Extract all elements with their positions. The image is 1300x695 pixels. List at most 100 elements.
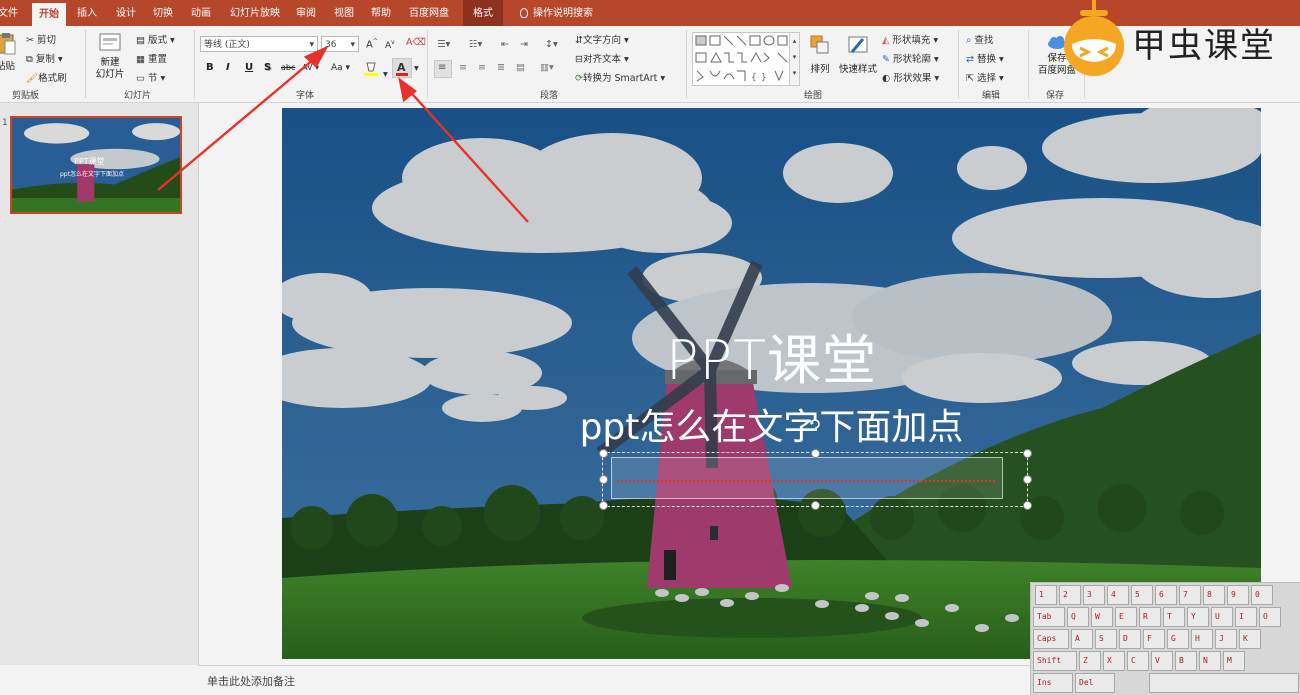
resize-handle[interactable] xyxy=(811,501,820,510)
resize-handle[interactable] xyxy=(599,475,608,484)
decrease-indent-button[interactable]: ⇤ xyxy=(501,39,509,50)
underline-button[interactable]: U xyxy=(245,62,253,73)
keyboard-key[interactable]: S xyxy=(1095,629,1117,649)
strikethrough-button[interactable]: abc xyxy=(281,63,295,72)
keyboard-key[interactable]: 3 xyxy=(1083,585,1105,605)
quick-styles-button[interactable]: 快速样式 xyxy=(838,34,878,75)
select-button[interactable]: ⇱ 选择 ▾ xyxy=(966,70,1004,84)
format-painter-button[interactable]: 🖌格式刷 xyxy=(26,70,67,84)
keyboard-key[interactable]: 8 xyxy=(1203,585,1225,605)
increase-indent-button[interactable]: ⇥ xyxy=(520,39,528,50)
cut-button[interactable]: ✂ 剪切 xyxy=(26,32,56,46)
tell-me-search[interactable]: 操作说明搜索 xyxy=(520,0,593,26)
resize-handle[interactable] xyxy=(811,449,820,458)
resize-handle[interactable] xyxy=(1023,475,1032,484)
keyboard-key[interactable]: W xyxy=(1091,607,1113,627)
new-slide-button[interactable]: 新建 幻灯片 xyxy=(93,32,127,86)
keyboard-key[interactable]: J xyxy=(1215,629,1237,649)
keyboard-key[interactable]: U xyxy=(1211,607,1233,627)
keyboard-key[interactable]: R xyxy=(1139,607,1161,627)
tab-baidu-netdisk[interactable]: 百度网盘 xyxy=(409,0,449,26)
tab-format[interactable]: 格式 xyxy=(463,0,503,26)
keyboard-key[interactable]: 7 xyxy=(1179,585,1201,605)
change-case-button[interactable]: Aa ▾ xyxy=(331,63,350,73)
shapes-gallery[interactable]: {} ▴ ▾ ▾ xyxy=(692,32,800,86)
shape-fill-button[interactable]: ◭ 形状填充 ▾ xyxy=(882,32,938,46)
keyboard-key[interactable]: Del xyxy=(1075,673,1115,693)
line-spacing-button[interactable]: ↕▾ xyxy=(545,39,558,50)
align-right-button[interactable]: ≡ xyxy=(478,62,486,73)
resize-handle[interactable] xyxy=(1023,501,1032,510)
arrange-button[interactable]: 排列 xyxy=(806,34,834,75)
keyboard-key[interactable]: H xyxy=(1191,629,1213,649)
increase-font-size-button[interactable]: A^ xyxy=(366,38,378,50)
text-direction-button[interactable]: ⇵文字方向 ▾ xyxy=(575,32,629,46)
find-button[interactable]: ⌕ 查找 xyxy=(966,32,993,46)
numbering-button[interactable]: ☷▾ xyxy=(469,39,482,50)
tab-view[interactable]: 视图 xyxy=(334,0,354,26)
keyboard-key[interactable]: 0 xyxy=(1251,585,1273,605)
italic-button[interactable]: I xyxy=(226,62,230,73)
font-color-button[interactable]: A xyxy=(392,58,412,78)
keyboard-key[interactable]: K xyxy=(1239,629,1261,649)
highlight-color-button[interactable]: ▾ xyxy=(362,61,388,80)
distributed-button[interactable]: ▤ xyxy=(516,62,525,73)
keyboard-key[interactable]: 4 xyxy=(1107,585,1129,605)
space-key[interactable] xyxy=(1149,673,1299,693)
bold-button[interactable]: B xyxy=(206,62,214,73)
columns-button[interactable]: ▥▾ xyxy=(540,62,554,73)
keyboard-key[interactable]: T xyxy=(1163,607,1185,627)
tab-animations[interactable]: 动画 xyxy=(191,0,211,26)
keyboard-key[interactable]: Shift xyxy=(1033,651,1077,671)
paste-button[interactable]: 粘贴 xyxy=(0,32,16,72)
align-center-button[interactable]: ≡ xyxy=(459,62,467,73)
layout-button[interactable]: ▤ 版式 ▾ xyxy=(136,32,175,46)
keyboard-key[interactable]: E xyxy=(1115,607,1137,627)
tab-design[interactable]: 设计 xyxy=(116,0,136,26)
chevron-down-icon[interactable]: ▾ xyxy=(414,63,419,74)
keyboard-key[interactable]: O xyxy=(1259,607,1281,627)
tab-help[interactable]: 帮助 xyxy=(371,0,391,26)
keyboard-key[interactable]: 9 xyxy=(1227,585,1249,605)
align-left-button[interactable]: ≡ xyxy=(434,60,452,78)
gallery-scroll[interactable]: ▴ ▾ ▾ xyxy=(789,33,799,85)
keyboard-key[interactable]: V xyxy=(1151,651,1173,671)
keyboard-key[interactable]: N xyxy=(1199,651,1221,671)
shape-outline-button[interactable]: ✎ 形状轮廓 ▾ xyxy=(882,51,939,65)
keyboard-key[interactable]: 5 xyxy=(1131,585,1153,605)
keyboard-key[interactable]: D xyxy=(1119,629,1141,649)
keyboard-key[interactable]: 1 xyxy=(1035,585,1057,605)
text-shadow-button[interactable]: S xyxy=(264,62,271,73)
tab-home[interactable]: 开始 xyxy=(32,3,66,26)
tab-transitions[interactable]: 切换 xyxy=(153,0,173,26)
slide-subtitle[interactable]: ppt怎么在文字下面加点 xyxy=(282,398,1261,450)
keyboard-key[interactable]: F xyxy=(1143,629,1165,649)
reset-button[interactable]: ▦ 重置 xyxy=(136,51,167,65)
keyboard-key[interactable]: Q xyxy=(1067,607,1089,627)
keyboard-key[interactable]: Y xyxy=(1187,607,1209,627)
slide-title[interactable]: PPT课堂 xyxy=(282,316,1261,395)
keyboard-key[interactable]: 6 xyxy=(1155,585,1177,605)
keyboard-key[interactable]: X xyxy=(1103,651,1125,671)
keyboard-key[interactable]: Caps xyxy=(1033,629,1069,649)
replace-button[interactable]: ⇄ 替换 ▾ xyxy=(966,51,1004,65)
keyboard-key[interactable]: I xyxy=(1235,607,1257,627)
tab-slideshow[interactable]: 幻灯片放映 xyxy=(230,0,280,26)
selected-text-box[interactable] xyxy=(599,419,1032,510)
keyboard-key[interactable]: 2 xyxy=(1059,585,1081,605)
keyboard-key[interactable]: G xyxy=(1167,629,1189,649)
keyboard-key[interactable]: M xyxy=(1223,651,1245,671)
section-button[interactable]: ▭ 节 ▾ xyxy=(136,70,165,84)
shape-effects-button[interactable]: ◐ 形状效果 ▾ xyxy=(882,70,939,84)
tab-file[interactable]: 文件 xyxy=(0,0,18,26)
font-name-select[interactable]: 等线 (正文) ▾ xyxy=(200,36,318,52)
character-spacing-button[interactable]: AV ▾ xyxy=(302,63,319,72)
tab-insert[interactable]: 插入 xyxy=(77,0,97,26)
keyboard-key[interactable]: Z xyxy=(1079,651,1101,671)
keyboard-key[interactable]: C xyxy=(1127,651,1149,671)
slide-thumbnail[interactable]: PPT课堂 ppt怎么在文字下面加点 xyxy=(10,116,182,214)
keyboard-key[interactable]: Ins xyxy=(1033,673,1073,693)
slide-canvas[interactable]: PPT课堂 ppt怎么在文字下面加点 xyxy=(282,108,1261,659)
convert-smartart-button[interactable]: ⟳转换为 SmartArt ▾ xyxy=(575,70,665,84)
clear-formatting-button[interactable]: A⌫ xyxy=(406,37,426,48)
